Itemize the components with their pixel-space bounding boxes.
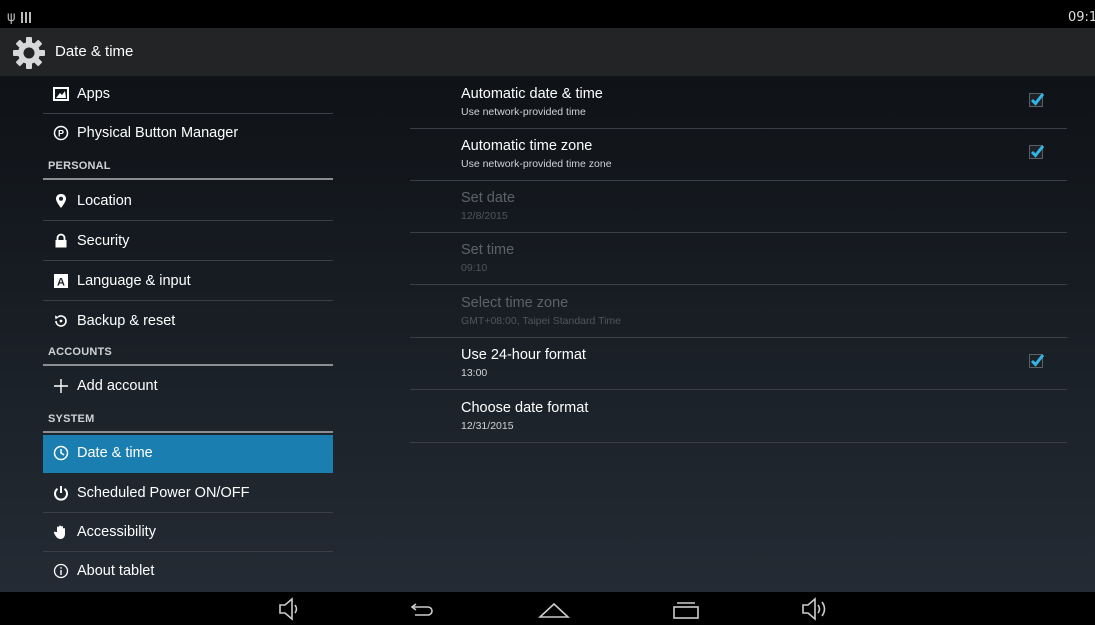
plus-icon <box>54 379 68 393</box>
pref-automatic-date-time[interactable]: Automatic date & time Use network-provid… <box>410 76 1067 129</box>
backup-restore-icon <box>55 315 67 327</box>
hand-icon <box>53 525 65 539</box>
status-clock: 09:10 <box>1068 10 1095 25</box>
back-icon[interactable] <box>407 597 435 621</box>
svg-text:A: A <box>57 277 65 289</box>
action-bar: Date & time <box>0 28 1095 76</box>
location-pin-icon <box>56 194 66 208</box>
keyboard-a-icon: A <box>54 274 68 289</box>
date-time-preferences: Automatic date & time Use network-provid… <box>410 76 1067 592</box>
physical-button-icon: P <box>53 125 69 141</box>
lock-icon <box>55 233 67 248</box>
status-bar: ψ 09:10 <box>0 8 1095 28</box>
pref-set-time: Set time 09:10 <box>410 232 1067 285</box>
checkmark-icon <box>1030 354 1045 367</box>
navigation-bar <box>0 592 1095 625</box>
section-header-system: SYSTEM <box>43 409 333 433</box>
sidebar-item-security[interactable]: Security <box>43 223 333 261</box>
checkmark-icon <box>1030 145 1045 158</box>
pref-automatic-time-zone[interactable]: Automatic time zone Use network-provided… <box>410 128 1067 181</box>
screen: ψ 09:10 Date & time <box>0 0 1095 625</box>
section-header-personal: PERSONAL <box>43 156 333 180</box>
sidebar-item-physical-button-manager[interactable]: P Physical Button Manager <box>43 115 333 153</box>
pref-set-date: Set date 12/8/2015 <box>410 180 1067 233</box>
power-icon <box>54 486 68 501</box>
recents-icon[interactable] <box>671 597 701 621</box>
settings-sidebar: Apps P Physical Button Manager PERSONAL … <box>43 76 333 592</box>
info-icon <box>53 563 69 579</box>
sidebar-item-scheduled-power[interactable]: Scheduled Power ON/OFF <box>43 475 333 513</box>
sidebar-item-about-tablet[interactable]: About tablet <box>43 553 333 591</box>
volume-down-icon[interactable] <box>277 597 305 621</box>
checkbox-automatic-time-zone[interactable] <box>1029 145 1045 159</box>
sidebar-item-date-time[interactable]: Date & time <box>43 435 333 473</box>
section-header-accounts: ACCOUNTS <box>43 342 333 366</box>
apps-icon <box>53 87 69 101</box>
sidebar-item-location[interactable]: Location <box>43 183 333 221</box>
sidebar-item-backup-reset[interactable]: Backup & reset <box>43 303 333 341</box>
sidebar-item-accessibility[interactable]: Accessibility <box>43 514 333 552</box>
sim-bars-icon <box>21 12 31 23</box>
usb-icon: ψ <box>7 10 16 25</box>
svg-text:P: P <box>58 129 64 139</box>
sidebar-item-language-input[interactable]: A Language & input <box>43 263 333 301</box>
clock-icon <box>53 445 69 461</box>
checkbox-automatic-date-time[interactable] <box>1029 93 1045 107</box>
content-area: Apps P Physical Button Manager PERSONAL … <box>0 76 1095 592</box>
pref-choose-date-format[interactable]: Choose date format 12/31/2015 <box>410 390 1067 443</box>
settings-gear-icon[interactable] <box>11 35 47 71</box>
checkbox-use-24-hour-format[interactable] <box>1029 354 1045 368</box>
page-title: Date & time <box>55 43 134 60</box>
home-icon[interactable] <box>538 597 570 621</box>
sidebar-item-add-account[interactable]: Add account <box>43 368 333 406</box>
pref-select-time-zone: Select time zone GMT+08:00, Taipei Stand… <box>410 285 1067 338</box>
sidebar-item-apps[interactable]: Apps <box>43 76 333 114</box>
pref-use-24-hour-format[interactable]: Use 24-hour format 13:00 <box>410 337 1067 390</box>
volume-up-icon[interactable] <box>800 597 834 621</box>
checkmark-icon <box>1030 93 1045 106</box>
